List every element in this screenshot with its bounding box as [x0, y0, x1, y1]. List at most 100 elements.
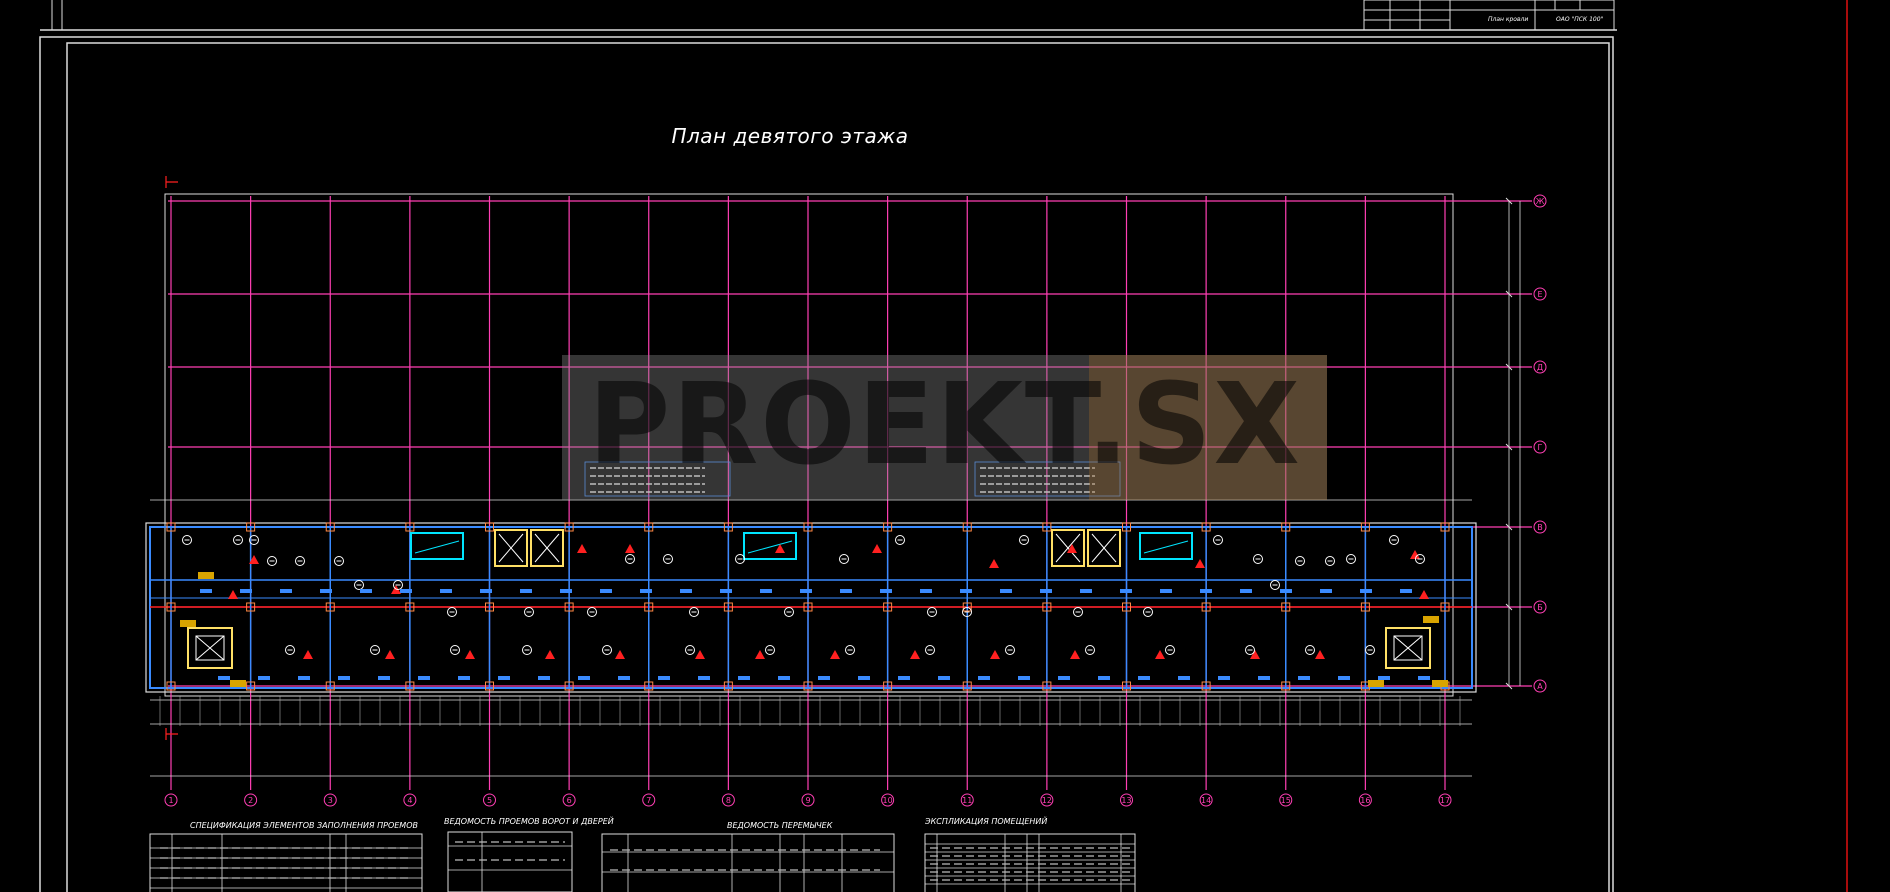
- room-number-tag-bottom: [578, 676, 590, 680]
- elevator-x: [1055, 533, 1081, 563]
- room-number-tag: [760, 589, 772, 593]
- room-number-tag: [960, 589, 972, 593]
- grid-axis-label-15: 15: [1281, 796, 1291, 805]
- room-number-tag: [280, 589, 292, 593]
- room-number-tag-bottom: [858, 676, 870, 680]
- room-number-tag-bottom: [1418, 676, 1430, 680]
- grid-axis-label-4: 4: [407, 796, 412, 805]
- marker-triangle: [303, 650, 313, 659]
- room-number-tag: [1080, 589, 1092, 593]
- grid-axis-label-7: 7: [646, 796, 651, 805]
- drawing-title: План девятого этажа: [671, 124, 909, 148]
- marker-triangle: [385, 650, 395, 659]
- room-number-tag-bottom: [658, 676, 670, 680]
- room-number-tag: [1360, 589, 1372, 593]
- room-number-tag: [200, 589, 212, 593]
- grid-axis-label-3: 3: [328, 796, 333, 805]
- room-number-tag: [1280, 589, 1292, 593]
- marker-triangle: [755, 650, 765, 659]
- room-number-tag: [680, 589, 692, 593]
- room-number-tag-bottom: [778, 676, 790, 680]
- room-number-tag: [360, 589, 372, 593]
- watermark-text: PROEKT.SX: [588, 360, 1302, 490]
- room-number-tag: [1040, 589, 1052, 593]
- grid-axis-label-12: 12: [1042, 796, 1052, 805]
- stair-x: [195, 635, 225, 661]
- grid-axis-label-Е: Е: [1537, 290, 1542, 299]
- grid-axis-label-Ж: Ж: [1536, 197, 1545, 206]
- room-number-tag-bottom: [258, 676, 270, 680]
- room-number-tag-bottom: [618, 676, 630, 680]
- rooms-list-table: [924, 833, 1136, 892]
- grid-axis-label-6: 6: [567, 796, 572, 805]
- marker-triangle: [1070, 650, 1080, 659]
- room-number-tag: [640, 589, 652, 593]
- grid-axis-label-14: 14: [1201, 796, 1211, 805]
- room-number-tag-bottom: [1298, 676, 1310, 680]
- marker-triangle: [545, 650, 555, 659]
- window-block: [743, 532, 797, 560]
- elevator-x: [498, 533, 524, 563]
- elevator-x: [1091, 533, 1117, 563]
- room-number-tag: [1160, 589, 1172, 593]
- room-tag: [198, 572, 214, 579]
- grid-axis-label-2: 2: [248, 796, 253, 805]
- marker-triangle: [989, 559, 999, 568]
- marker-triangle: [1195, 559, 1205, 568]
- room-tag: [1423, 616, 1439, 623]
- marker-triangle: [228, 590, 238, 599]
- room-number-tag-bottom: [818, 676, 830, 680]
- window-hatch: [414, 540, 460, 554]
- elevator-x: [534, 533, 560, 563]
- section-mark-top: [165, 176, 178, 188]
- grid-axis-label-8: 8: [726, 796, 731, 805]
- room-number-tag-bottom: [298, 676, 310, 680]
- grid-axis-label-Д: Д: [1537, 363, 1543, 372]
- room-number-tag-bottom: [218, 676, 230, 680]
- room-number-tag-bottom: [1138, 676, 1150, 680]
- window-block: [1139, 532, 1193, 560]
- grid-axis-label-10: 10: [883, 796, 893, 805]
- window-hatch: [1143, 540, 1189, 554]
- room-number-tag-bottom: [538, 676, 550, 680]
- grid-axis-label-9: 9: [805, 796, 810, 805]
- marker-triangle: [1315, 650, 1325, 659]
- grid-axis-label-11: 11: [962, 796, 972, 805]
- section-mark-bottom: [165, 728, 178, 740]
- room-number-tag: [1000, 589, 1012, 593]
- marker-triangle: [1155, 650, 1165, 659]
- room-number-tag: [1200, 589, 1212, 593]
- room-number-tag-bottom: [1258, 676, 1270, 680]
- room-tag: [180, 620, 196, 627]
- room-number-tag-bottom: [458, 676, 470, 680]
- room-number-tag: [920, 589, 932, 593]
- grid-axis-label-В: В: [1537, 523, 1543, 532]
- grid-axis-label-17: 17: [1440, 796, 1450, 805]
- room-number-tag-bottom: [378, 676, 390, 680]
- room-number-tag: [480, 589, 492, 593]
- title-block-company: ОАО "ПСК 100": [1556, 16, 1604, 23]
- room-number-tag: [840, 589, 852, 593]
- window-block: [410, 532, 464, 560]
- grid-axis-label-13: 13: [1121, 796, 1131, 805]
- marker-triangle: [615, 650, 625, 659]
- room-number-tag: [240, 589, 252, 593]
- title-block-sheet-name: План кровли: [1488, 16, 1529, 23]
- room-number-tag-bottom: [1018, 676, 1030, 680]
- room-number-tag: [1320, 589, 1332, 593]
- room-number-tag: [800, 589, 812, 593]
- room-number-tag: [1240, 589, 1252, 593]
- room-tag: [1432, 680, 1448, 687]
- room-number-tag-bottom: [898, 676, 910, 680]
- grid-axis-label-Г: Г: [1538, 443, 1543, 452]
- room-number-tag-bottom: [938, 676, 950, 680]
- doors-spec-table: [149, 833, 423, 892]
- room-number-tag: [1400, 589, 1412, 593]
- room-number-tag: [440, 589, 452, 593]
- room-number-tag-bottom: [978, 676, 990, 680]
- rooms-list-title: ЭКСПЛИКАЦИЯ ПОМЕЩЕНИЙ: [925, 817, 1048, 826]
- marker-triangle: [625, 544, 635, 553]
- room-number-tag-bottom: [738, 676, 750, 680]
- gates-list-table: [447, 831, 573, 892]
- room-tag: [1368, 680, 1384, 687]
